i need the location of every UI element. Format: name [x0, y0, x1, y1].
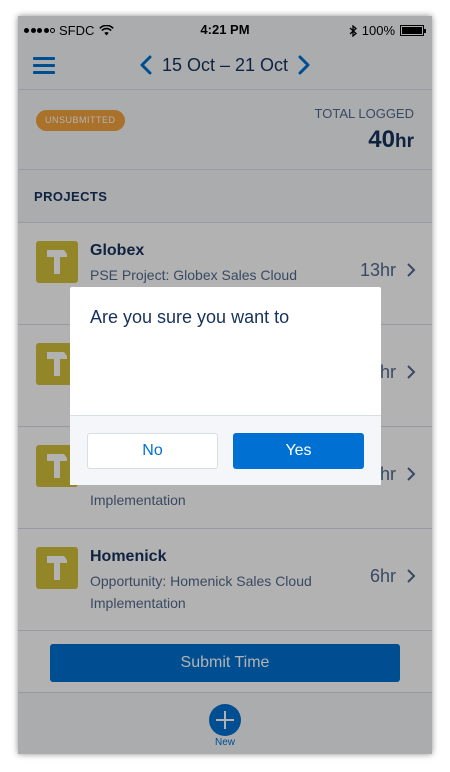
dialog-footer: No Yes	[70, 415, 381, 485]
phone-screen: SFDC 4:21 PM 100% 15 Oct – 21 Oct UNSUBM…	[18, 16, 432, 754]
no-button[interactable]: No	[87, 433, 218, 469]
dialog-message: Are you sure you want to	[90, 307, 290, 327]
yes-button[interactable]: Yes	[233, 433, 364, 469]
confirm-dialog: Are you sure you want to No Yes	[70, 287, 381, 485]
